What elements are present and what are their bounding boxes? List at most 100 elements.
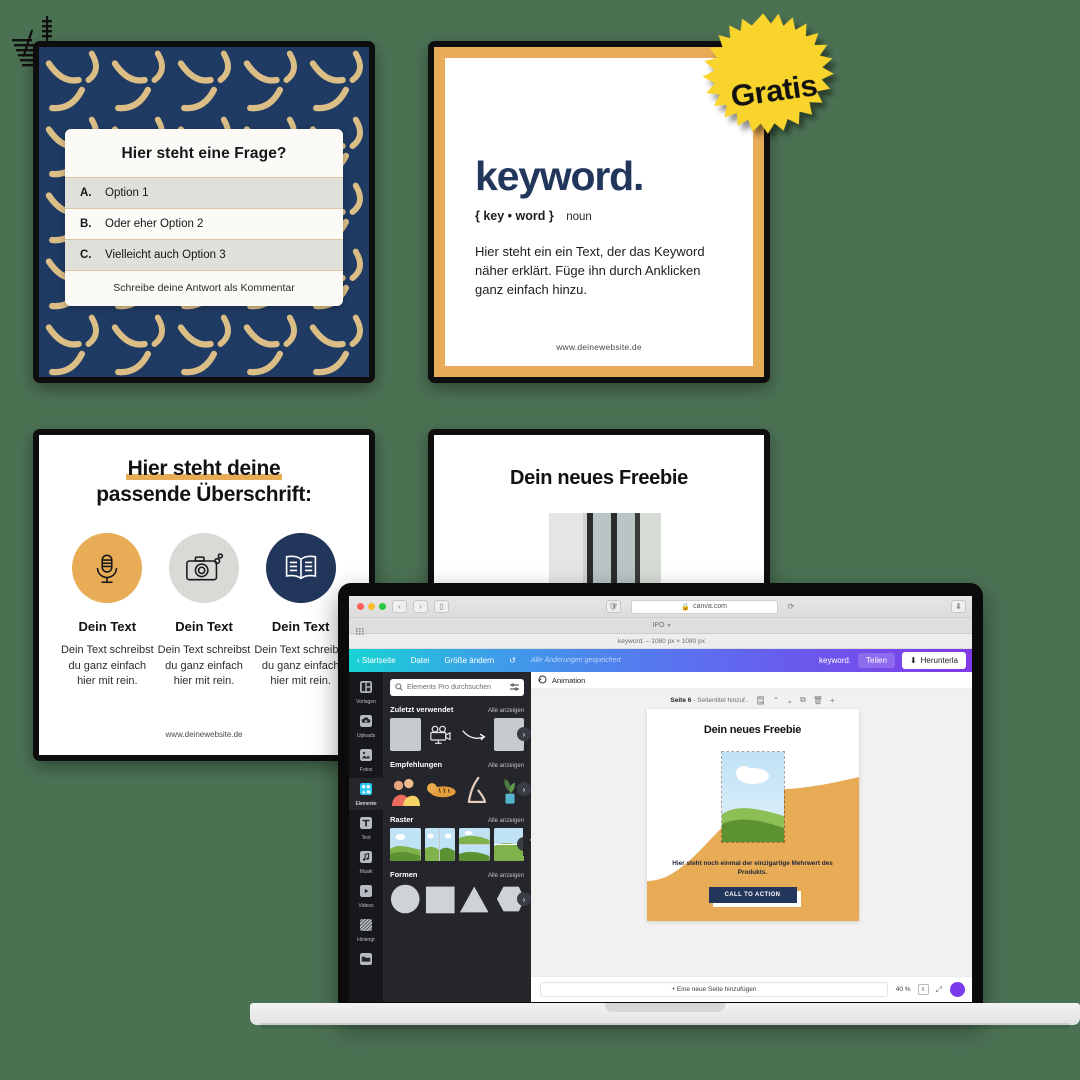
- gratis-badge-label: Gratis: [728, 67, 820, 114]
- window-controls[interactable]: [357, 603, 386, 610]
- keyword-title: keyword.: [475, 153, 644, 199]
- sidebar-item-fotos[interactable]: Fotos: [349, 744, 383, 776]
- design-name[interactable]: keyword.: [819, 656, 851, 665]
- forward-icon[interactable]: ›: [413, 600, 428, 613]
- sidebar-item-label: Uploads: [356, 733, 376, 739]
- freebie-title: Dein neues Freebie: [510, 467, 688, 489]
- heading-column: Dein Text Dein Text schreibst du ganz ei…: [59, 533, 156, 690]
- see-all-link[interactable]: Alle anzeigen: [488, 763, 524, 769]
- see-all-link[interactable]: Alle anzeigen: [488, 873, 524, 879]
- trash-icon[interactable]: 🗑: [813, 696, 823, 705]
- panel-section-header: Formen Alle anzeigen: [390, 870, 524, 879]
- grid-thumb[interactable]: [424, 828, 455, 861]
- downloads-icon[interactable]: ⬇: [951, 600, 966, 613]
- maximize-icon[interactable]: [379, 603, 386, 610]
- pages-icon[interactable]: 6: [917, 984, 929, 995]
- animation-icon: [538, 675, 547, 686]
- close-icon[interactable]: [357, 603, 364, 610]
- template-card-quiz[interactable]: Hier steht eine Frage? A. Option 1 B. Od…: [33, 41, 375, 383]
- add-page-button[interactable]: + Eine neue Seite hinzufügen: [540, 982, 888, 997]
- fullscreen-icon[interactable]: ⤢: [936, 985, 942, 995]
- heading-column-desc: Dein Text schreibst du ganz einfach hier…: [157, 644, 251, 688]
- note-icon[interactable]: 🗒: [755, 696, 765, 705]
- video-camera-icon[interactable]: [424, 718, 455, 751]
- browser-window: ‹ › ▯ 🛡 🔒 canva.com ⟳ ⬇ IPO ▾ keyword. –…: [349, 596, 972, 1002]
- browser-tab-label[interactable]: IPO: [652, 622, 664, 629]
- heading-column-title: Dein Text: [78, 619, 137, 634]
- triangle-shape[interactable]: [459, 883, 490, 915]
- laptop-base-shadow: [260, 1023, 1070, 1029]
- quiz-question: Hier steht eine Frage?: [121, 145, 287, 162]
- sidebar-item-text[interactable]: Text: [349, 812, 383, 844]
- page-title[interactable]: Seite 6 - Seitentitel hinzuf..: [670, 697, 748, 704]
- quiz-option[interactable]: C. Vielleicht auch Option 3: [65, 239, 343, 270]
- filter-icon[interactable]: [510, 683, 519, 693]
- see-all-link[interactable]: Alle anzeigen: [488, 708, 524, 714]
- square-shape[interactable]: [425, 883, 456, 915]
- chevron-down-icon[interactable]: ▾: [668, 622, 671, 629]
- quiz-option-letter: A.: [80, 187, 92, 199]
- section-title: Zuletzt verwendet: [390, 705, 454, 714]
- home-button[interactable]: ‹ Startseite: [357, 656, 396, 665]
- recommended-elements-row: ›: [390, 773, 531, 806]
- heading-column: Dein Text Dein Text schreibst du ganz ei…: [156, 533, 253, 690]
- minimize-icon[interactable]: [368, 603, 375, 610]
- browser-toolbar: ‹ › ▯ 🛡 🔒 canva.com ⟳ ⬇: [349, 596, 972, 618]
- sidebar-item-elemente[interactable]: Elemente: [349, 778, 383, 810]
- design-image-placeholder[interactable]: [720, 751, 785, 843]
- grid-thumb[interactable]: [390, 828, 421, 861]
- sidebar-item-folder[interactable]: [349, 948, 383, 973]
- zoom-level[interactable]: 40 %: [896, 986, 911, 993]
- chevron-right-icon[interactable]: ›: [517, 782, 531, 796]
- composition: Hier steht eine Frage? A. Option 1 B. Od…: [0, 0, 1080, 1080]
- quiz-option[interactable]: A. Option 1: [65, 177, 343, 208]
- grids-row: ›: [390, 828, 531, 861]
- address-bar[interactable]: 🔒 canva.com: [630, 599, 778, 614]
- sidebar-item-videos[interactable]: Videos: [349, 880, 383, 912]
- sidebar-item-musik[interactable]: Musik: [349, 846, 383, 878]
- file-menu[interactable]: Datei: [411, 656, 430, 665]
- back-icon[interactable]: ‹: [392, 600, 407, 613]
- people-illustration[interactable]: [390, 773, 422, 806]
- chevron-down-icon[interactable]: ⌄: [786, 696, 793, 705]
- sidebar-item-uploads[interactable]: Uploads: [349, 710, 383, 742]
- search-input[interactable]: Elements Pro durchsuchen: [390, 679, 524, 696]
- see-all-link[interactable]: Alle anzeigen: [488, 818, 524, 824]
- animation-label[interactable]: Animation: [552, 676, 585, 685]
- section-title: Raster: [390, 815, 414, 824]
- chevron-right-icon[interactable]: ›: [517, 727, 531, 741]
- download-button[interactable]: ⬇ Herunterla: [901, 652, 966, 669]
- design-canvas[interactable]: Dein neues Freebie Hier steht noch einma…: [646, 709, 859, 921]
- gratis-badge: Gratis: [684, 1, 865, 182]
- grid-thumb[interactable]: [459, 828, 490, 861]
- sidebar-toggle-icon[interactable]: ▯: [434, 600, 449, 613]
- chevron-right-icon[interactable]: ›: [517, 892, 531, 906]
- arrow-icon[interactable]: [459, 718, 490, 751]
- undo-icon[interactable]: ↺: [509, 656, 516, 665]
- duplicate-icon[interactable]: ⧉: [800, 695, 806, 705]
- design-cta-button[interactable]: CALL TO ACTION: [708, 887, 797, 903]
- reload-icon[interactable]: ⟳: [788, 602, 795, 611]
- sidebar-item-hintergrund[interactable]: Hintergr: [349, 914, 383, 946]
- sidebar-item-vorlagen[interactable]: Vorlagen: [349, 676, 383, 708]
- grid-icon[interactable]: [356, 622, 365, 640]
- folder-icon: [359, 952, 373, 966]
- panel-collapse-handle[interactable]: ‹: [523, 822, 531, 856]
- section-title: Formen: [390, 870, 418, 879]
- share-button[interactable]: Teilen: [858, 653, 895, 668]
- quiz-option[interactable]: B. Oder eher Option 2: [65, 208, 343, 239]
- avatar[interactable]: [950, 982, 965, 997]
- circle-shape[interactable]: [390, 883, 421, 915]
- design-body-text[interactable]: Hier steht noch einmal der einzigartige …: [665, 859, 841, 878]
- elements-panel: Elements Pro durchsuchen Zuletzt verwend…: [383, 672, 531, 1002]
- tiger-illustration[interactable]: [426, 773, 458, 806]
- yoga-illustration[interactable]: [462, 773, 491, 806]
- chevron-up-icon[interactable]: ⌃: [773, 696, 780, 705]
- keyword-part-of-speech: noun: [566, 211, 592, 223]
- resize-button[interactable]: Größe ändern: [444, 656, 494, 665]
- shield-icon[interactable]: 🛡: [605, 600, 621, 613]
- plus-icon[interactable]: +: [830, 696, 835, 705]
- element-thumb[interactable]: [390, 718, 421, 751]
- text-icon: [359, 816, 373, 830]
- shapes-row: ›: [390, 883, 531, 915]
